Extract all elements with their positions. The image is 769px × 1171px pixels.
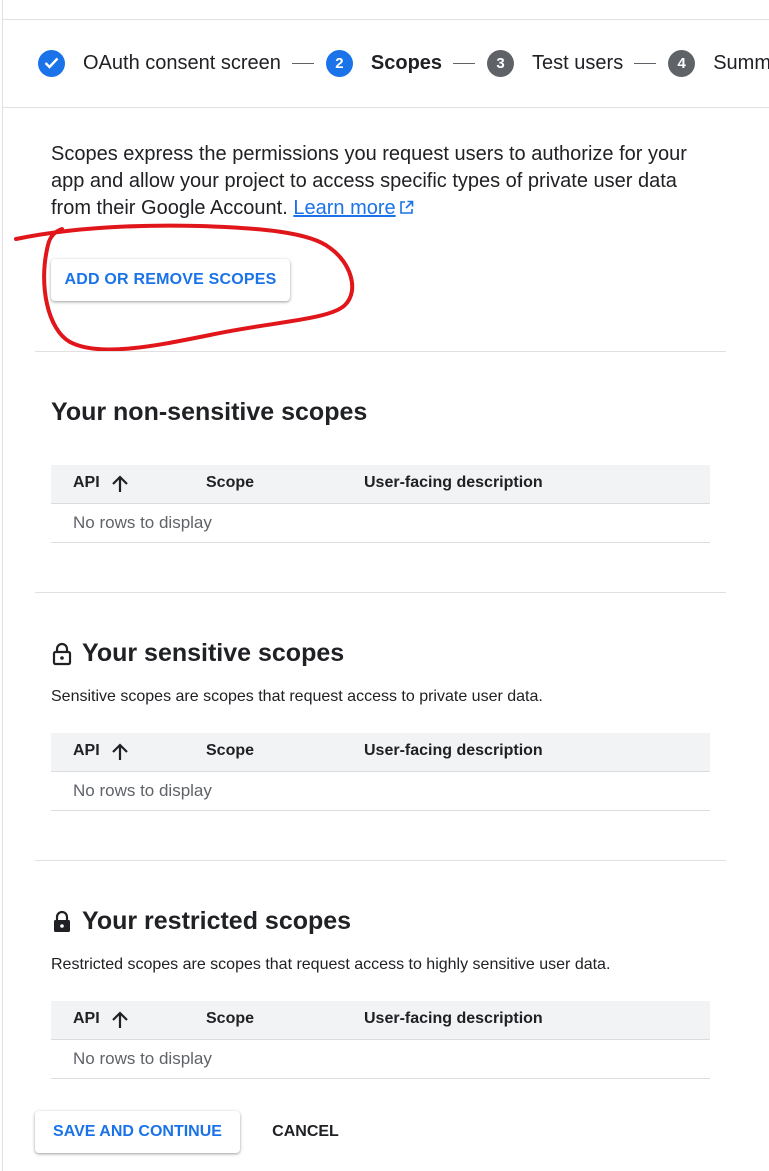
- cancel-button[interactable]: CANCEL: [258, 1111, 353, 1153]
- column-scope[interactable]: Scope: [206, 474, 254, 492]
- step-number-3: 3: [487, 49, 515, 77]
- table-header: API Scope User-facing description: [51, 733, 710, 772]
- column-description[interactable]: User-facing description: [364, 742, 543, 760]
- sensitive-scopes-table: API Scope User-facing description No row…: [51, 733, 710, 811]
- column-api[interactable]: API: [73, 1010, 100, 1028]
- step-separator: [291, 62, 314, 64]
- check-icon: [44, 57, 59, 69]
- arrow-up-icon[interactable]: [110, 1010, 130, 1030]
- restricted-scopes-title: Your restricted scopes: [82, 907, 352, 935]
- step-test-users[interactable]: Test users: [532, 52, 623, 75]
- section-divider: [35, 860, 726, 861]
- restricted-scopes-subtitle: Restricted scopes are scopes that reques…: [51, 956, 611, 973]
- arrow-up-icon[interactable]: [110, 742, 130, 762]
- section-divider: [35, 592, 726, 593]
- step-separator: [634, 62, 657, 64]
- table-header: API Scope User-facing description: [51, 1001, 710, 1040]
- step-number-4: 4: [668, 49, 696, 77]
- restricted-scopes-heading: Your restricted scopes: [51, 907, 351, 936]
- sensitive-scopes-title: Your sensitive scopes: [82, 639, 345, 667]
- step-summary[interactable]: Summ: [713, 52, 769, 75]
- non-sensitive-scopes-title: Your non-sensitive scopes: [51, 398, 368, 426]
- restricted-scopes-table: API Scope User-facing description No row…: [51, 1001, 710, 1079]
- non-sensitive-scopes-table: API Scope User-facing description No row…: [51, 465, 710, 543]
- left-border: [2, 0, 3, 1171]
- step-scopes[interactable]: Scopes: [371, 52, 442, 75]
- step-done-icon: [38, 49, 65, 77]
- sensitive-scopes-subtitle: Sensitive scopes are scopes that request…: [51, 688, 543, 705]
- empty-row: No rows to display: [51, 1040, 710, 1079]
- top-border: [2, 19, 769, 20]
- step-oauth-consent[interactable]: OAuth consent screen: [83, 52, 281, 75]
- empty-row: No rows to display: [51, 772, 710, 811]
- column-scope[interactable]: Scope: [206, 1010, 254, 1028]
- empty-message: No rows to display: [73, 781, 212, 800]
- empty-message: No rows to display: [73, 513, 212, 532]
- lock-open-icon: [52, 642, 72, 665]
- arrow-up-icon[interactable]: [110, 474, 130, 494]
- empty-row: No rows to display: [51, 504, 710, 543]
- save-and-continue-button[interactable]: SAVE AND CONTINUE: [35, 1111, 240, 1153]
- table-header: API Scope User-facing description: [51, 465, 710, 504]
- add-or-remove-scopes-button[interactable]: ADD OR REMOVE SCOPES: [51, 259, 290, 301]
- step-number-2: 2: [325, 49, 353, 77]
- scopes-intro: Scopes express the permissions you reque…: [51, 141, 711, 222]
- column-api[interactable]: API: [73, 474, 100, 492]
- external-link-icon[interactable]: [399, 200, 414, 215]
- sensitive-scopes-heading: Your sensitive scopes: [51, 639, 344, 668]
- column-api[interactable]: API: [73, 742, 100, 760]
- learn-more-link[interactable]: Learn more: [293, 197, 395, 219]
- section-divider: [35, 351, 726, 352]
- empty-message: No rows to display: [73, 1049, 212, 1068]
- lock-icon: [54, 910, 70, 932]
- column-scope[interactable]: Scope: [206, 742, 254, 760]
- stepper-divider: [2, 107, 769, 108]
- stepper: OAuth consent screen 2 Scopes 3 Test use…: [38, 49, 769, 77]
- column-description[interactable]: User-facing description: [364, 1010, 543, 1028]
- step-separator: [453, 62, 476, 64]
- column-description[interactable]: User-facing description: [364, 474, 543, 492]
